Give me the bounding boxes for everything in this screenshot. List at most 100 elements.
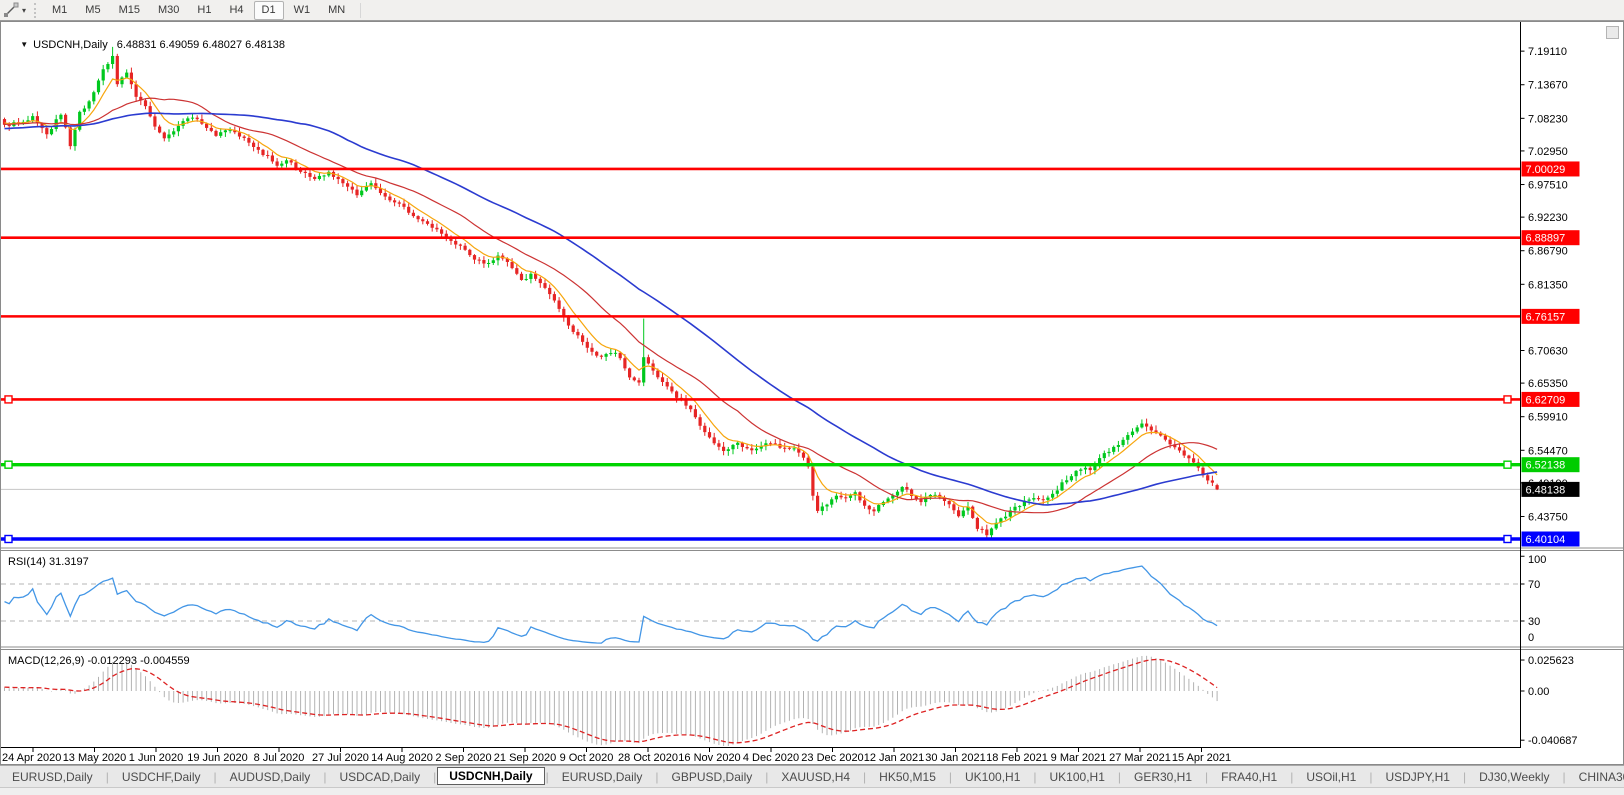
- timeframe-button-m30[interactable]: M30: [150, 1, 187, 20]
- line-handle[interactable]: [5, 461, 12, 468]
- ma-slow-line: [5, 113, 1218, 505]
- rsi-pane: [1, 566, 1521, 643]
- svg-text:9 Oct 2020: 9 Oct 2020: [560, 752, 614, 764]
- chart-tab-uk100-h1[interactable]: UK100,H1: [1038, 768, 1117, 786]
- svg-text:9 Mar 2021: 9 Mar 2021: [1051, 752, 1107, 764]
- chart-canvas[interactable]: 7.191107.136707.082307.029506.975106.922…: [1, 22, 1623, 764]
- chart-tab-eurusd-daily[interactable]: EURUSD,Daily: [550, 768, 655, 786]
- svg-text:7.02950: 7.02950: [1528, 146, 1568, 158]
- chart-tab-usdcnh-daily[interactable]: USDCNH,Daily: [437, 767, 544, 785]
- svg-text:30 Jan 2021: 30 Jan 2021: [925, 752, 986, 764]
- svg-text:-0.040687: -0.040687: [1528, 735, 1578, 747]
- toolbar-separator: [360, 3, 361, 18]
- svg-text:0.025623: 0.025623: [1528, 655, 1574, 667]
- chart-tab-dj30-weekly[interactable]: DJ30,Weekly: [1467, 768, 1561, 786]
- chart-tab-china300-h1[interactable]: CHINA300,H1: [1567, 768, 1624, 786]
- collapse-chart-icon[interactable]: ▼: [20, 40, 28, 49]
- svg-text:6.86790: 6.86790: [1528, 246, 1568, 258]
- svg-text:13 May 2020: 13 May 2020: [63, 752, 127, 764]
- svg-text:6.43750: 6.43750: [1528, 511, 1568, 523]
- macd-indicator-label: MACD(12,26,9) -0.012293 -0.004559: [8, 655, 190, 667]
- timeframe-button-m5[interactable]: M5: [77, 1, 108, 20]
- chart-tab-fra40-h1[interactable]: FRA40,H1: [1209, 768, 1289, 786]
- chart-tab-eurusd-daily[interactable]: EURUSD,Daily: [0, 768, 105, 786]
- svg-text:18 Feb 2021: 18 Feb 2021: [986, 752, 1048, 764]
- chart-ohlc-values: 6.48831 6.49059 6.48027 6.48138: [117, 39, 285, 51]
- horizontal-level-lines: [1, 169, 1521, 543]
- line-handle[interactable]: [1504, 536, 1511, 543]
- chart-tab-uk100-h1[interactable]: UK100,H1: [953, 768, 1032, 786]
- chart-tab-usdcad-daily[interactable]: USDCAD,Daily: [327, 768, 432, 786]
- chart-tab-hk50-m15[interactable]: HK50,M15: [867, 768, 948, 786]
- svg-text:27 Mar 2021: 27 Mar 2021: [1109, 752, 1171, 764]
- chart-window: 7.191107.136707.082307.029506.975106.922…: [0, 21, 1624, 765]
- line-handle[interactable]: [1504, 396, 1511, 403]
- svg-text:6.59910: 6.59910: [1528, 412, 1568, 424]
- svg-text:0: 0: [1528, 632, 1534, 644]
- top-toolbar: ▾ M1M5M15M30H1H4D1W1MN: [0, 0, 1624, 21]
- chart-tab-xauusd-h4[interactable]: XAUUSD,H4: [769, 768, 862, 786]
- svg-text:6.97510: 6.97510: [1528, 180, 1568, 192]
- svg-text:6.70630: 6.70630: [1528, 346, 1568, 358]
- svg-text:6.54470: 6.54470: [1528, 445, 1568, 457]
- svg-text:6.88897: 6.88897: [1526, 233, 1566, 245]
- svg-text:21 Sep 2020: 21 Sep 2020: [494, 752, 556, 764]
- line-handle[interactable]: [5, 396, 12, 403]
- svg-text:14 Aug 2020: 14 Aug 2020: [371, 752, 433, 764]
- svg-text:6.81350: 6.81350: [1528, 279, 1568, 291]
- chart-tab-usdjpy-h1[interactable]: USDJPY,H1: [1373, 768, 1461, 786]
- timeframe-button-w1[interactable]: W1: [286, 1, 319, 20]
- svg-text:7.19110: 7.19110: [1528, 46, 1567, 58]
- svg-text:28 Oct 2020: 28 Oct 2020: [618, 752, 678, 764]
- svg-text:6.65350: 6.65350: [1528, 378, 1568, 390]
- svg-text:6.40104: 6.40104: [1526, 534, 1566, 546]
- timeframe-button-d1[interactable]: D1: [254, 1, 284, 20]
- svg-text:70: 70: [1528, 579, 1540, 591]
- svg-text:2 Sep 2020: 2 Sep 2020: [435, 752, 491, 764]
- svg-text:7.00029: 7.00029: [1526, 164, 1566, 176]
- svg-text:100: 100: [1528, 554, 1546, 566]
- chart-tab-ger30-h1[interactable]: GER30,H1: [1122, 768, 1204, 786]
- svg-text:8 Jul 2020: 8 Jul 2020: [254, 752, 305, 764]
- ma-fast-line: [5, 78, 1218, 524]
- status-strip: [0, 787, 1624, 795]
- svg-text:30: 30: [1528, 616, 1540, 628]
- chart-title: ▼ USDCNH,Daily 6.48831 6.49059 6.48027 6.4…: [8, 27, 285, 63]
- chart-tab-usdchf-daily[interactable]: USDCHF,Daily: [110, 768, 213, 786]
- line-handle[interactable]: [1504, 461, 1511, 468]
- svg-text:6.92230: 6.92230: [1528, 212, 1568, 224]
- chart-tab-audusd-daily[interactable]: AUDUSD,Daily: [218, 768, 323, 786]
- svg-text:6.62709: 6.62709: [1526, 394, 1566, 406]
- chart-symbol-period: USDCNH,Daily: [33, 39, 108, 51]
- svg-text:1 Jun 2020: 1 Jun 2020: [129, 752, 183, 764]
- timeframe-button-m15[interactable]: M15: [111, 1, 148, 20]
- timeframe-button-h4[interactable]: H4: [221, 1, 251, 20]
- tool-dropdown-caret[interactable]: ▾: [22, 6, 26, 15]
- svg-text:6.48138: 6.48138: [1526, 484, 1566, 496]
- rsi-line: [5, 566, 1218, 643]
- timeframe-button-m1[interactable]: M1: [44, 1, 75, 20]
- chart-scroll-button[interactable]: [1606, 26, 1619, 39]
- timeframe-button-mn[interactable]: MN: [320, 1, 353, 20]
- svg-text:16 Nov 2020: 16 Nov 2020: [678, 752, 740, 764]
- svg-text:23 Dec 2020: 23 Dec 2020: [801, 752, 863, 764]
- line-handle[interactable]: [5, 536, 12, 543]
- moving-average-lines: [5, 78, 1218, 524]
- toolbar-grip: [34, 3, 36, 18]
- chart-tab-gbpusd-daily[interactable]: GBPUSD,Daily: [660, 768, 765, 786]
- svg-text:15 Apr 2021: 15 Apr 2021: [1172, 752, 1231, 764]
- svg-text:27 Jul 2020: 27 Jul 2020: [312, 752, 369, 764]
- svg-text:12 Jan 2021: 12 Jan 2021: [864, 752, 925, 764]
- svg-text:7.13670: 7.13670: [1528, 80, 1568, 92]
- macd-pane: [5, 656, 1218, 746]
- svg-text:24 Apr 2020: 24 Apr 2020: [2, 752, 61, 764]
- timeframe-button-h1[interactable]: H1: [189, 1, 219, 20]
- svg-text:19 Jun 2020: 19 Jun 2020: [187, 752, 248, 764]
- chart-tab-usoil-h1[interactable]: USOil,H1: [1294, 768, 1368, 786]
- trendline-cursor-icon[interactable]: [3, 2, 21, 18]
- ma-mid-line: [5, 98, 1218, 513]
- svg-text:6.52138: 6.52138: [1526, 460, 1566, 472]
- svg-text:6.76157: 6.76157: [1526, 311, 1566, 323]
- svg-text:4 Dec 2020: 4 Dec 2020: [743, 752, 799, 764]
- chart-tab-bar: EURUSD,Daily|USDCHF,Daily|AUDUSD,Daily|U…: [0, 765, 1624, 787]
